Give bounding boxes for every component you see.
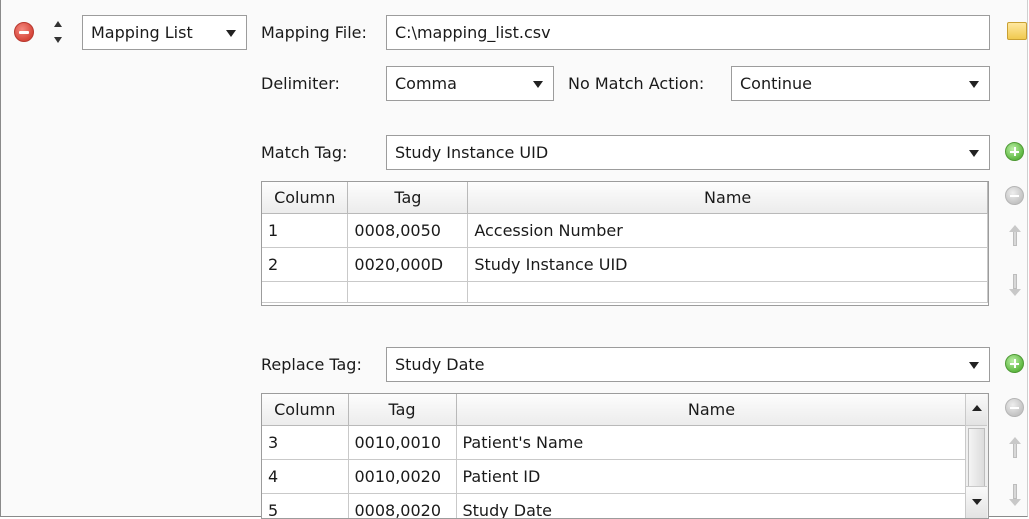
mapping-file-field[interactable]: C:\mapping_list.csv (386, 15, 990, 50)
scroll-up-button[interactable] (966, 394, 987, 426)
arrow-up-icon[interactable] (1009, 437, 1021, 459)
table-row[interactable]: 5 0008,0020 Study Date (262, 494, 967, 519)
cell-tag: 0020,000D (348, 248, 468, 282)
arrow-up-icon[interactable] (1009, 225, 1021, 247)
cell-name: Patient's Name (456, 426, 967, 460)
cell-name: Accession Number (468, 214, 988, 248)
cell-column: 3 (262, 426, 348, 460)
cell-column: 5 (262, 494, 348, 519)
column-header-column[interactable]: Column (262, 394, 348, 426)
scroll-thumb[interactable] (968, 428, 985, 492)
cell-column: 1 (262, 214, 348, 248)
no-match-action-label: No Match Action: (568, 74, 704, 93)
no-match-action-value: Continue (740, 67, 812, 101)
delimiter-label: Delimiter: (261, 74, 340, 93)
cell-tag: 0008,0020 (348, 494, 456, 519)
match-tag-value: Study Instance UID (395, 136, 548, 170)
cell-tag: 0008,0050 (348, 214, 468, 248)
chevron-down-icon (969, 81, 979, 88)
plus-circle-icon[interactable] (1005, 354, 1024, 373)
mapping-file-label: Mapping File: (261, 23, 367, 42)
chevron-down-icon (972, 499, 982, 505)
arrow-down-icon[interactable] (1009, 274, 1021, 296)
up-down-arrows-icon[interactable] (51, 20, 65, 44)
match-tag-label: Match Tag: (261, 143, 347, 162)
column-header-tag[interactable]: Tag (348, 182, 468, 214)
table-row[interactable]: 3 0010,0010 Patient's Name (262, 426, 967, 460)
arrow-down-icon[interactable] (1009, 484, 1021, 506)
chevron-down-icon (226, 30, 236, 37)
plus-circle-icon[interactable] (1005, 142, 1024, 161)
cell-name: Study Date (456, 494, 967, 519)
minus-circle-icon[interactable] (1005, 398, 1024, 417)
folder-icon[interactable] (1007, 22, 1027, 40)
table-row-empty (262, 282, 988, 303)
mode-select-value: Mapping List (91, 16, 193, 50)
chevron-down-icon (969, 362, 979, 369)
replace-tag-table[interactable]: Column Tag Name 3 0010,0010 Patient's Na… (261, 393, 989, 519)
mode-select[interactable]: Mapping List (82, 15, 247, 50)
replace-tag-select[interactable]: Study Date (386, 347, 990, 382)
chevron-up-icon (972, 405, 982, 411)
table-row[interactable]: 1 0008,0050 Accession Number (262, 214, 988, 248)
cell-name: Patient ID (456, 460, 967, 494)
chevron-down-icon (969, 150, 979, 157)
replace-tag-label: Replace Tag: (261, 355, 362, 374)
no-match-action-select[interactable]: Continue (731, 66, 990, 101)
remove-circle-icon[interactable] (14, 22, 34, 42)
delimiter-value: Comma (395, 67, 457, 101)
chevron-down-icon (533, 81, 543, 88)
vertical-scrollbar[interactable] (965, 394, 988, 518)
column-header-column[interactable]: Column (262, 182, 348, 214)
scroll-down-button[interactable] (966, 486, 987, 518)
match-tag-table[interactable]: Column Tag Name 1 0008,0050 Accession Nu… (261, 181, 989, 306)
cell-column: 4 (262, 460, 348, 494)
cell-column: 2 (262, 248, 348, 282)
column-header-name[interactable]: Name (456, 394, 967, 426)
cell-tag: 0010,0020 (348, 460, 456, 494)
column-header-name[interactable]: Name (468, 182, 988, 214)
column-header-tag[interactable]: Tag (348, 394, 456, 426)
match-tag-select[interactable]: Study Instance UID (386, 135, 990, 170)
cell-tag: 0010,0010 (348, 426, 456, 460)
cell-name: Study Instance UID (468, 248, 988, 282)
delimiter-select[interactable]: Comma (386, 66, 554, 101)
minus-circle-icon[interactable] (1005, 186, 1024, 205)
mapping-rule-panel: Mapping List Mapping File: C:\mapping_li… (0, 0, 1028, 517)
table-row[interactable]: 2 0020,000D Study Instance UID (262, 248, 988, 282)
table-row[interactable]: 4 0010,0020 Patient ID (262, 460, 967, 494)
mapping-file-value: C:\mapping_list.csv (395, 16, 551, 50)
replace-tag-value: Study Date (395, 348, 485, 382)
